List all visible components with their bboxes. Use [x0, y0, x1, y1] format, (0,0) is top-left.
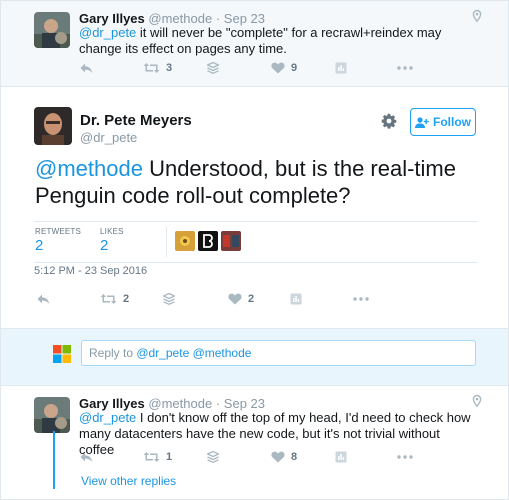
retweet-button[interactable]: 1	[143, 448, 172, 466]
more-dots-icon	[397, 455, 413, 459]
retweet-button[interactable]: 3	[143, 59, 172, 77]
tweet-text: @methode Understood, but is the real-tim…	[35, 155, 475, 209]
location-pin-icon[interactable]	[470, 9, 484, 23]
analytics-button[interactable]	[335, 448, 347, 466]
more-dots-icon	[353, 297, 369, 301]
buffer-stack-icon	[163, 293, 175, 305]
mention-link[interactable]: @dr_pete	[79, 410, 136, 425]
buffer-stack-icon	[207, 62, 219, 74]
follow-button[interactable]: Follow	[410, 108, 476, 136]
add-user-icon	[415, 116, 429, 128]
like-button[interactable]: 8	[271, 448, 297, 466]
tweet-stats: RETWEETS 2 LIKES 2	[34, 221, 477, 263]
thread-line	[53, 431, 55, 489]
buffer-stack-icon	[207, 451, 219, 463]
like-count: 9	[291, 62, 298, 74]
reply-icon	[80, 452, 93, 462]
likes-value[interactable]: 2	[100, 237, 108, 254]
retweet-icon	[143, 452, 160, 462]
tweet-date[interactable]: Sep 23	[224, 396, 265, 411]
reply-prefix: Reply to	[89, 346, 137, 360]
heart-icon	[271, 62, 285, 74]
tweet-timestamp[interactable]: 5:12 PM - 23 Sep 2016	[34, 265, 147, 277]
reply-tweet[interactable]: Gary Illyes @methode · Sep 23 @dr_pete I…	[1, 386, 508, 499]
author-handle[interactable]: @methode	[148, 396, 212, 411]
heart-icon	[228, 293, 242, 305]
analytics-button[interactable]	[335, 59, 347, 77]
reply-button[interactable]	[79, 448, 94, 466]
more-button[interactable]	[397, 59, 413, 77]
reply-input[interactable]: Reply to @dr_pete @methode	[81, 340, 476, 366]
separator: ·	[215, 11, 221, 26]
separator: ·	[215, 396, 221, 411]
author-name[interactable]: Dr. Pete Meyers	[80, 112, 192, 129]
analytics-icon	[335, 451, 347, 463]
heart-icon	[271, 451, 285, 463]
liker-avatar[interactable]	[175, 231, 195, 251]
analytics-icon	[335, 62, 347, 74]
retweets-value[interactable]: 2	[35, 237, 43, 254]
tweet-text: @dr_pete it will never be "complete" for…	[79, 25, 469, 57]
stats-divider	[166, 227, 167, 257]
tweet-actions: 3 9	[79, 59, 419, 77]
location-pin-icon[interactable]	[470, 394, 484, 408]
avatar[interactable]	[34, 12, 70, 48]
reply-icon	[37, 294, 50, 304]
reply-mentions: @dr_pete @methode	[136, 346, 252, 360]
reply-composer: Reply to @dr_pete @methode	[1, 329, 508, 386]
analytics-icon	[290, 293, 302, 305]
retweets-label: RETWEETS	[35, 227, 82, 236]
more-dots-icon	[397, 66, 413, 70]
analytics-button[interactable]	[290, 290, 302, 308]
tweet-actions: 2 2	[36, 290, 376, 308]
author-name[interactable]: Gary Illyes	[79, 396, 145, 411]
parent-tweet[interactable]: Gary Illyes @methode · Sep 23 @dr_pete i…	[1, 1, 508, 87]
avatar[interactable]	[34, 107, 72, 145]
retweet-icon	[143, 63, 160, 73]
mention-link[interactable]: @dr_pete	[79, 25, 136, 40]
like-button[interactable]: 9	[271, 59, 297, 77]
author-name[interactable]: Gary Illyes	[79, 11, 145, 26]
author-handle[interactable]: @methode	[148, 11, 212, 26]
retweet-button[interactable]: 2	[100, 290, 129, 308]
tweet-conversation: Gary Illyes @methode · Sep 23 @dr_pete i…	[0, 0, 509, 500]
mention-link[interactable]: @methode	[35, 156, 143, 181]
user-avatar-icon	[53, 345, 71, 363]
liker-avatar[interactable]	[198, 231, 218, 251]
author-handle[interactable]: @dr_pete	[80, 130, 137, 145]
like-button[interactable]: 2	[228, 290, 254, 308]
like-count: 8	[291, 451, 298, 463]
buffer-button[interactable]	[207, 59, 219, 77]
avatar[interactable]	[34, 397, 70, 433]
retweet-icon	[100, 294, 117, 304]
retweet-count: 2	[123, 293, 130, 305]
like-count: 2	[248, 293, 255, 305]
buffer-button[interactable]	[207, 448, 219, 466]
view-other-replies-link[interactable]: View other replies	[81, 474, 176, 488]
reply-button[interactable]	[36, 290, 51, 308]
gear-icon[interactable]	[381, 113, 397, 129]
reply-icon	[80, 63, 93, 73]
follow-label: Follow	[433, 115, 471, 129]
retweet-count: 1	[166, 451, 173, 463]
main-tweet: Dr. Pete Meyers @dr_pete Follow @methode…	[1, 87, 508, 329]
more-button[interactable]	[353, 290, 369, 308]
likes-label: LIKES	[100, 227, 124, 236]
more-button[interactable]	[397, 448, 413, 466]
tweet-actions: 1 8	[79, 448, 419, 466]
reply-button[interactable]	[79, 59, 94, 77]
retweet-count: 3	[166, 62, 173, 74]
buffer-button[interactable]	[163, 290, 175, 308]
liker-avatar[interactable]	[221, 231, 241, 251]
tweet-date[interactable]: Sep 23	[224, 11, 265, 26]
